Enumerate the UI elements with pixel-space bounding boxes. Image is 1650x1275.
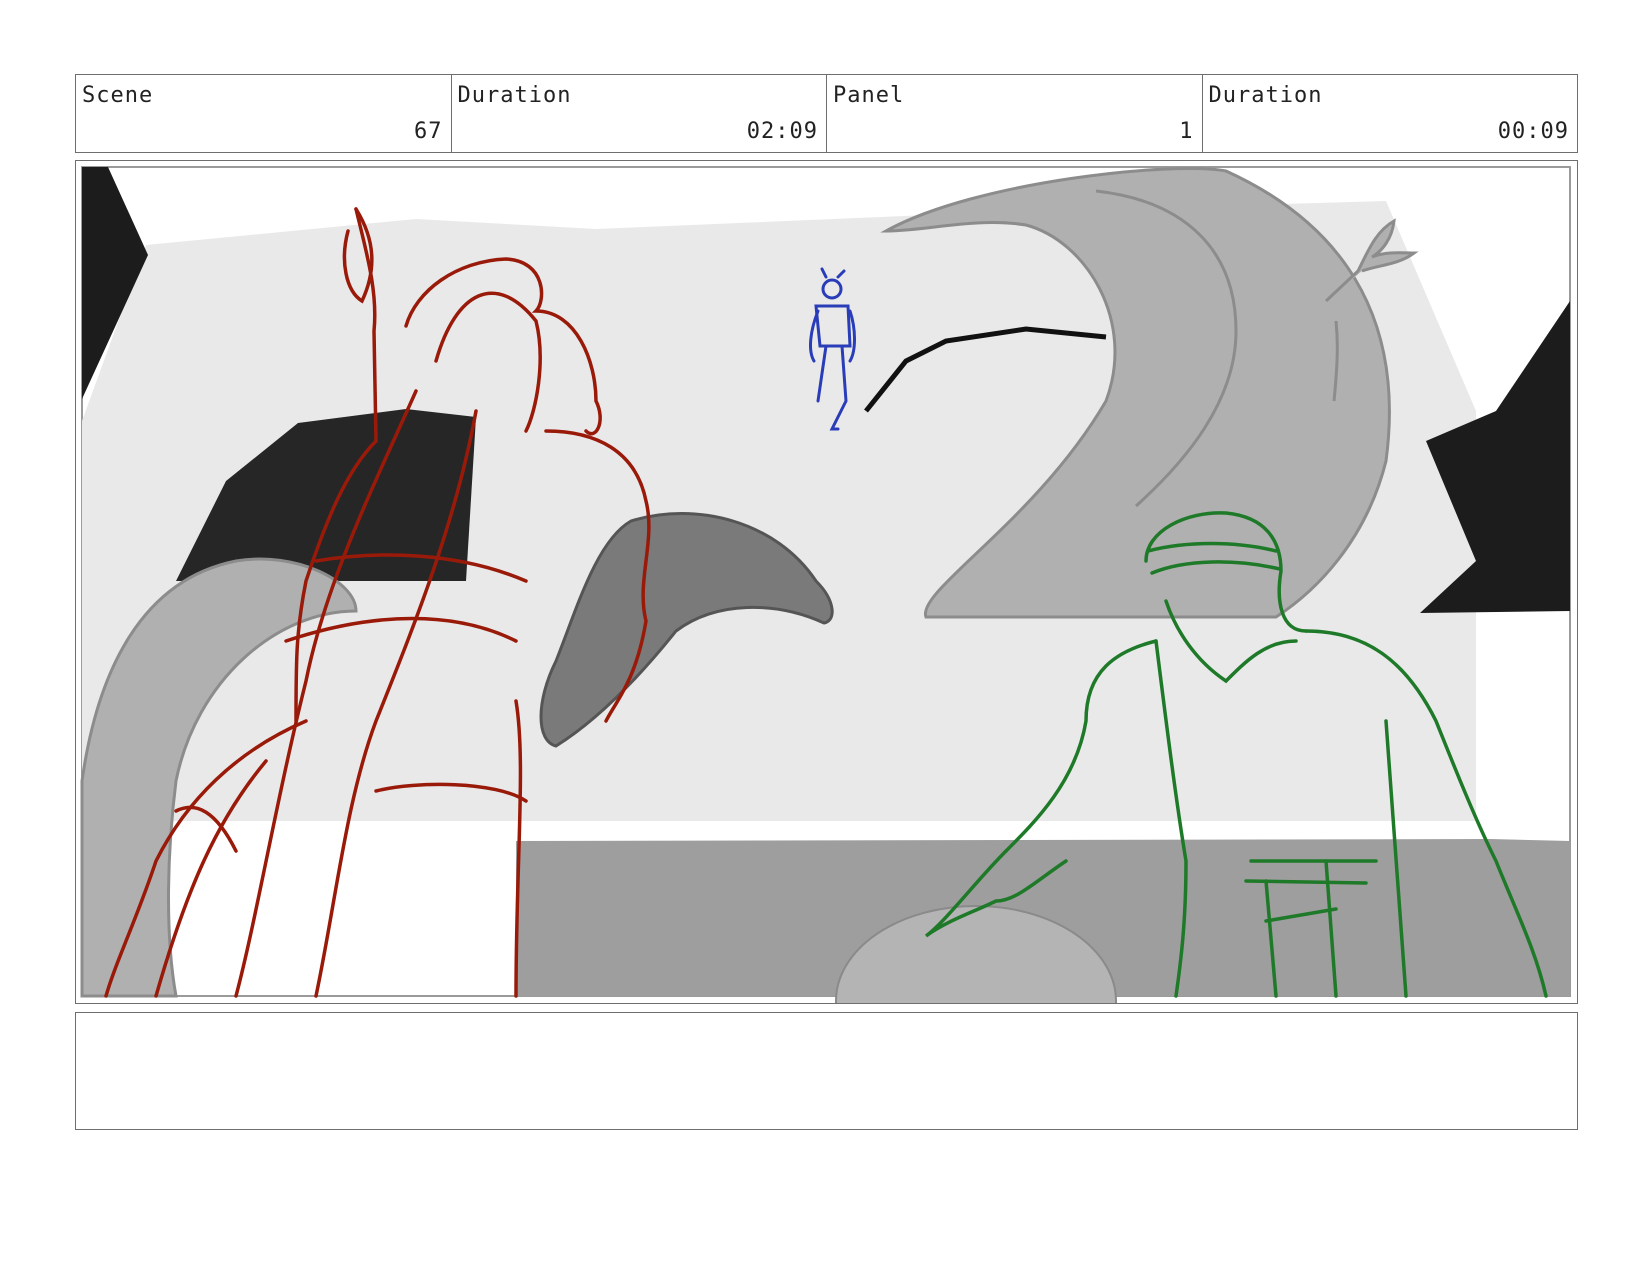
- storyboard-header: Scene 67 Duration 02:09 Panel 1 Duration…: [75, 74, 1578, 153]
- scene-cell: Scene 67: [76, 75, 452, 152]
- panel-notes-box[interactable]: [75, 1012, 1578, 1130]
- panel-sketch-image: [80, 166, 1571, 1003]
- scene-duration-cell: Duration 02:09: [452, 75, 827, 152]
- panel-number: 1: [1179, 119, 1194, 144]
- panel-cell: Panel 1: [827, 75, 1203, 152]
- scene-duration-value: 02:09: [746, 119, 818, 144]
- panel-duration-value: 00:09: [1497, 119, 1569, 144]
- storyboard-panel-frame: [75, 160, 1578, 1004]
- panel-label: Panel: [833, 83, 905, 108]
- scene-duration-label: Duration: [457, 83, 572, 108]
- scene-number: 67: [414, 119, 443, 144]
- scene-label: Scene: [82, 83, 154, 108]
- panel-duration-label: Duration: [1208, 83, 1323, 108]
- panel-duration-cell: Duration 00:09: [1203, 75, 1578, 152]
